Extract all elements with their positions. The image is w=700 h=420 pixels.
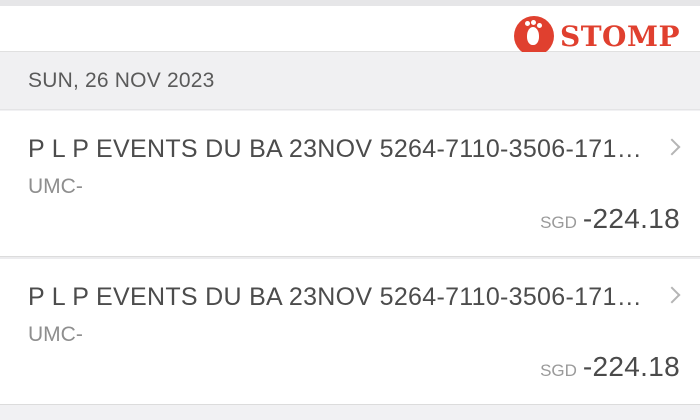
transaction-description: P L P EVENTS DU BA 23NOV 5264-7110-3506-…: [28, 135, 643, 163]
transaction-subtitle: UMC-: [28, 323, 83, 346]
currency-code: SGD: [540, 213, 577, 232]
amount-value: -224.18: [582, 351, 680, 382]
chevron-right-icon: [663, 138, 681, 156]
transaction-subtitle: UMC-: [28, 175, 83, 198]
transaction-row[interactable]: P L P EVENTS DU BA 23NOV 5264-7110-3506-…: [0, 259, 700, 405]
transaction-amount: SGD -224.18: [540, 203, 680, 235]
transaction-amount: SGD -224.18: [540, 351, 680, 383]
stomp-watermark: STOMP: [514, 16, 680, 56]
currency-code: SGD: [540, 361, 577, 380]
date-label: SUN, 26 NOV 2023: [28, 68, 215, 92]
chevron-right-icon: [663, 286, 681, 304]
footprint-icon: [514, 16, 554, 56]
transaction-description: P L P EVENTS DU BA 23NOV 5264-7110-3506-…: [28, 283, 643, 311]
watermark-text: STOMP: [560, 19, 680, 53]
transaction-row[interactable]: P L P EVENTS DU BA 23NOV 5264-7110-3506-…: [0, 111, 700, 257]
date-section-header: SUN, 26 NOV 2023: [0, 52, 700, 110]
amount-value: -224.18: [582, 203, 680, 234]
